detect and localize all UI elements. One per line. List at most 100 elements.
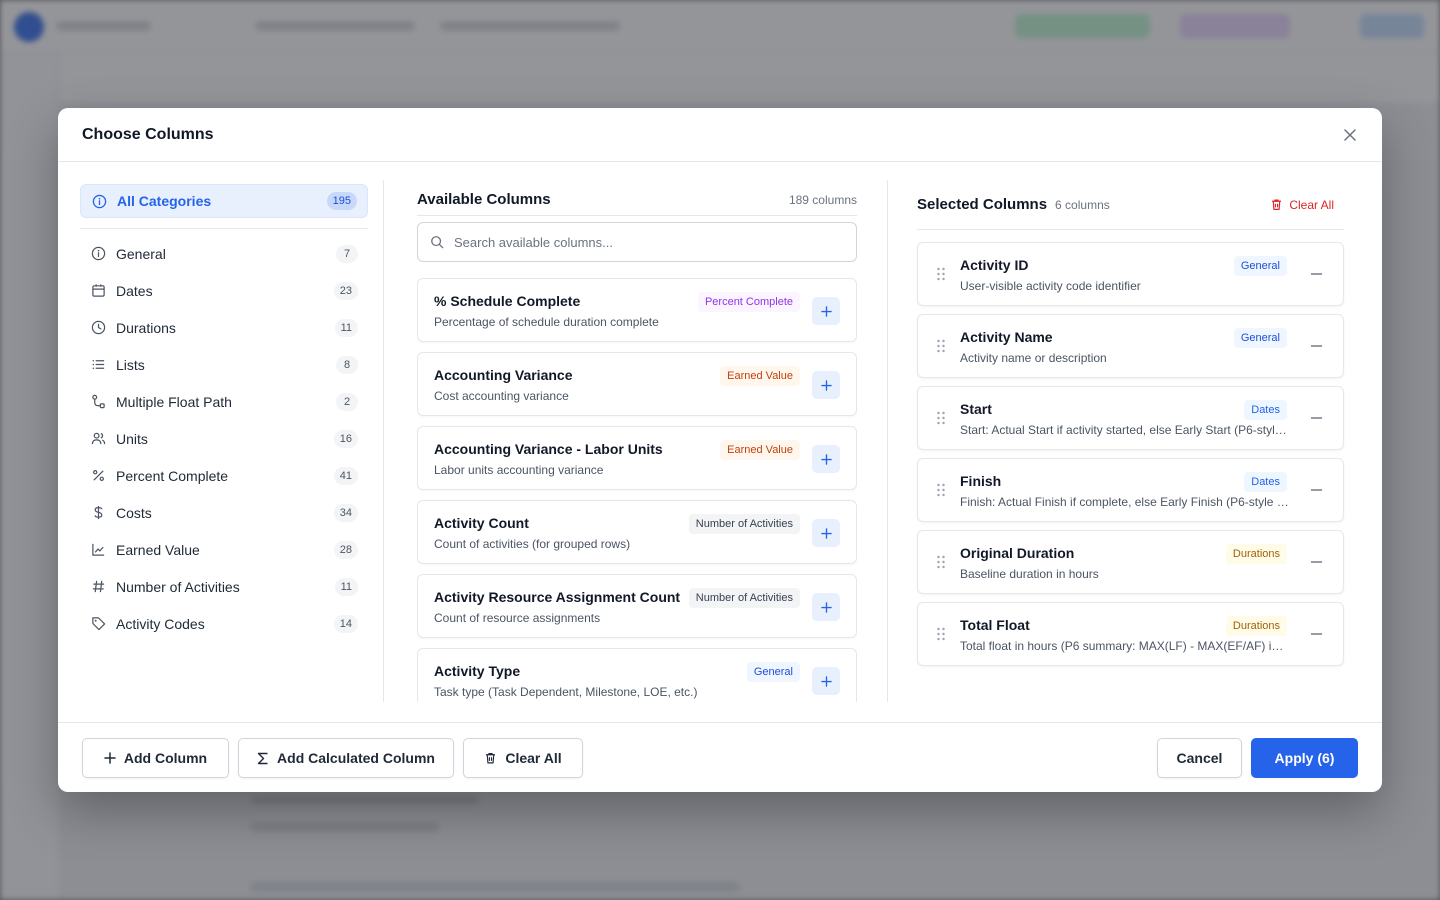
remove-column-button[interactable] xyxy=(1307,265,1325,283)
category-tag: General xyxy=(1233,256,1287,276)
minus-icon xyxy=(1310,273,1322,275)
available-columns-count: 189 columns xyxy=(788,192,857,207)
minus-icon xyxy=(1310,417,1322,419)
chart-line-icon xyxy=(90,542,106,558)
category-tag: General xyxy=(746,662,800,682)
add-column-button[interactable] xyxy=(812,593,840,621)
category-units[interactable]: Units 16 xyxy=(80,420,368,457)
column-description: Count of activities (for grouped rows) xyxy=(434,537,631,551)
category-tag: Percent Complete xyxy=(697,292,800,312)
remove-column-button[interactable] xyxy=(1307,481,1325,499)
category-dates[interactable]: Dates 23 xyxy=(80,272,368,309)
category-number-of-activities[interactable]: Number of Activities 11 xyxy=(80,568,368,605)
column-description: Activity name or description xyxy=(960,351,1107,365)
category-label: All Categories xyxy=(117,193,212,209)
add-column-button[interactable] xyxy=(812,667,840,695)
selected-column-item[interactable]: Finish Finish: Actual Finish if complete… xyxy=(917,458,1344,522)
calendar-icon xyxy=(90,283,106,299)
add-column-button[interactable] xyxy=(812,371,840,399)
remove-column-button[interactable] xyxy=(1307,553,1325,571)
search-input[interactable] xyxy=(454,234,844,250)
category-percent-complete[interactable]: Percent Complete 41 xyxy=(80,457,368,494)
add-column-footer-button[interactable]: Add Column xyxy=(82,738,229,778)
category-lists[interactable]: Lists 8 xyxy=(80,346,368,383)
category-label: Number of Activities xyxy=(116,578,240,595)
available-column-item: Activity Type Task type (Task Dependent,… xyxy=(417,648,857,702)
minus-icon xyxy=(1310,345,1322,347)
search-icon xyxy=(431,236,444,249)
category-label: Lists xyxy=(116,356,145,373)
column-description: Start: Actual Start if activity started,… xyxy=(960,423,1290,437)
sigma-icon xyxy=(257,752,269,765)
category-multiple-float-path[interactable]: Multiple Float Path 2 xyxy=(80,383,368,420)
minus-icon xyxy=(1310,633,1322,635)
available-column-item: Accounting Variance - Labor Units Labor … xyxy=(417,426,857,490)
selected-columns-title: Selected Columns xyxy=(917,196,1048,213)
close-icon xyxy=(1344,129,1356,141)
plus-icon xyxy=(820,379,832,391)
column-description: Task type (Task Dependent, Milestone, LO… xyxy=(434,685,698,699)
cancel-button[interactable]: Cancel xyxy=(1157,738,1242,778)
category-tag: Earned Value xyxy=(720,366,800,386)
category-all[interactable]: All Categories 195 xyxy=(80,184,368,218)
clock-icon xyxy=(90,320,106,336)
plus-icon xyxy=(820,601,832,613)
close-button[interactable] xyxy=(1340,125,1360,145)
category-earned-value[interactable]: Earned Value 28 xyxy=(80,531,368,568)
plus-icon xyxy=(820,305,832,317)
remove-column-button[interactable] xyxy=(1307,409,1325,427)
category-costs[interactable]: Costs 34 xyxy=(80,494,368,531)
drag-handle-icon[interactable] xyxy=(936,411,946,425)
available-columns-header: Available Columns 189 columns xyxy=(417,184,857,216)
available-column-item: Activity Count Count of activities (for … xyxy=(417,500,857,564)
dialog-footer: Add Column Add Calculated Column Clear A… xyxy=(58,722,1382,792)
remove-column-button[interactable] xyxy=(1307,625,1325,643)
add-column-button[interactable] xyxy=(812,519,840,547)
category-count-badge: 28 xyxy=(333,540,358,559)
selected-column-item[interactable]: Total Float Total float in hours (P6 sum… xyxy=(917,602,1344,666)
category-count-badge: 41 xyxy=(333,466,358,485)
add-calculated-column-button[interactable]: Add Calculated Column xyxy=(238,738,454,778)
drag-handle-icon[interactable] xyxy=(936,555,946,569)
available-column-item: Activity Resource Assignment Count Count… xyxy=(417,574,857,638)
cancel-label: Cancel xyxy=(1176,750,1223,766)
column-description: Percentage of schedule duration complete xyxy=(434,315,659,329)
column-description: Total float in hours (P6 summary: MAX(LF… xyxy=(960,639,1290,653)
category-count-badge: 7 xyxy=(336,244,358,263)
selected-column-item[interactable]: Original Duration Baseline duration in h… xyxy=(917,530,1344,594)
search-box[interactable] xyxy=(417,222,857,262)
clear-all-selected-button[interactable]: Clear All xyxy=(1270,198,1334,212)
selected-column-item[interactable]: Activity ID User-visible activity code i… xyxy=(917,242,1344,306)
column-description: Labor units accounting variance xyxy=(434,463,604,477)
add-column-button[interactable] xyxy=(812,445,840,473)
selected-column-item[interactable]: Activity Name Activity name or descripti… xyxy=(917,314,1344,378)
remove-column-button[interactable] xyxy=(1307,337,1325,355)
category-durations[interactable]: Durations 11 xyxy=(80,309,368,346)
drag-handle-icon[interactable] xyxy=(936,339,946,353)
category-tag: General xyxy=(1233,328,1287,348)
drag-handle-icon[interactable] xyxy=(936,627,946,641)
category-tag: Number of Activities xyxy=(688,588,800,608)
category-general[interactable]: General 7 xyxy=(80,235,368,272)
category-count-badge: 195 xyxy=(326,192,357,210)
add-column-button[interactable] xyxy=(812,297,840,325)
column-description: User-visible activity code identifier xyxy=(960,279,1141,293)
apply-button[interactable]: Apply (6) xyxy=(1251,738,1358,778)
drag-handle-icon[interactable] xyxy=(936,483,946,497)
category-activity-codes[interactable]: Activity Codes 14 xyxy=(80,605,368,642)
column-description: Cost accounting variance xyxy=(434,389,569,403)
panel-divider xyxy=(887,180,888,702)
add-calculated-column-label: Add Calculated Column xyxy=(277,750,435,766)
category-tag: Durations xyxy=(1225,544,1287,564)
list-icon xyxy=(90,357,106,373)
column-description: Finish: Actual Finish if complete, else … xyxy=(960,495,1290,509)
category-count-badge: 2 xyxy=(336,392,358,411)
category-count-badge: 23 xyxy=(333,281,358,300)
category-tag: Dates xyxy=(1244,400,1287,420)
available-columns-title: Available Columns xyxy=(417,191,551,208)
selected-column-item[interactable]: Start Start: Actual Start if activity st… xyxy=(917,386,1344,450)
drag-handle-icon[interactable] xyxy=(936,267,946,281)
panel-divider xyxy=(383,180,384,702)
category-count-badge: 11 xyxy=(334,577,358,596)
clear-all-footer-button[interactable]: Clear All xyxy=(463,738,583,778)
